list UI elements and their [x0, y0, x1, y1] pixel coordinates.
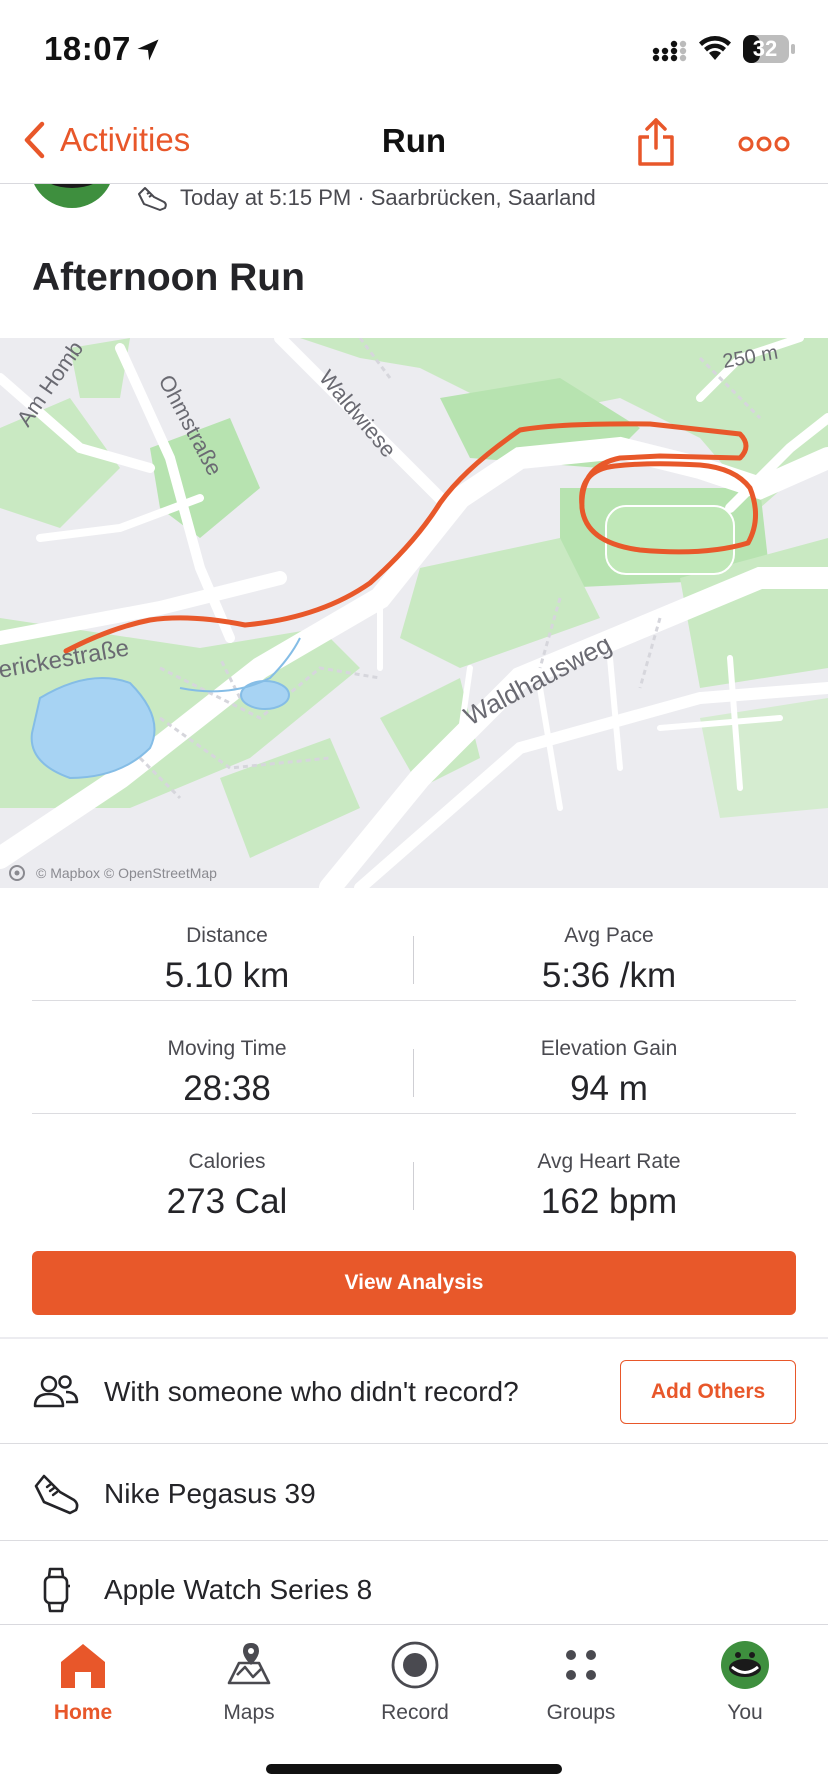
- page-title: Run: [381, 122, 447, 159]
- stat-label: Calories: [188, 1150, 266, 1173]
- groups-icon: [566, 1650, 596, 1680]
- activity-title: Afternoon Run: [32, 256, 305, 299]
- tab-label: Home: [53, 1701, 113, 1724]
- stat-row: Distance 5.10 km Avg Pace 5:36 /km: [32, 888, 796, 1001]
- stat-moving-time: Moving Time 28:38: [32, 1001, 422, 1114]
- stat-distance: Distance 5.10 km: [32, 888, 422, 1001]
- more-options-icon[interactable]: [738, 134, 790, 154]
- stat-divider: [413, 1049, 414, 1097]
- battery-level: 32: [752, 36, 778, 61]
- stat-value: 5:36 /km: [541, 956, 677, 995]
- stat-value: 273 Cal: [166, 1182, 288, 1221]
- watch-icon: [43, 1567, 70, 1613]
- tab-groups[interactable]: Groups: [498, 1635, 664, 1725]
- share-icon[interactable]: [636, 116, 676, 168]
- wifi-icon: [699, 36, 731, 60]
- stat-divider: [413, 936, 414, 984]
- tab-label: You: [727, 1701, 763, 1724]
- section-divider: [0, 1443, 828, 1444]
- activity-meta: Today at 5:15 PM · Saarbrücken, Saarland: [136, 184, 596, 212]
- stat-calories: Calories 273 Cal: [32, 1114, 422, 1227]
- section-divider: [0, 1540, 828, 1541]
- stat-row: Moving Time 28:38 Elevation Gain 94 m: [32, 1001, 796, 1114]
- map-attribution[interactable]: © Mapbox © OpenStreetMap: [8, 864, 217, 882]
- stat-avg-pace: Avg Pace 5:36 /km: [422, 888, 796, 1001]
- tab-home[interactable]: Home: [0, 1635, 166, 1725]
- tab-maps[interactable]: Maps: [166, 1635, 332, 1725]
- location-arrow-icon: [137, 39, 159, 61]
- activity-date-location: Today at 5:15 PM · Saarbrücken, Saarland: [180, 185, 596, 210]
- gear-name: Nike Pegasus 39: [104, 1478, 316, 1509]
- stat-label: Avg Heart Rate: [537, 1150, 681, 1173]
- tab-record[interactable]: Record: [332, 1635, 498, 1725]
- mapbox-logo-icon: [9, 865, 25, 881]
- cellular-signal-icon: [652, 40, 687, 62]
- stat-value: 28:38: [183, 1069, 271, 1108]
- home-icon: [61, 1644, 105, 1688]
- stat-label: Distance: [186, 924, 268, 947]
- status-bar: 18:07 32: [0, 0, 828, 100]
- stat-value: 94 m: [570, 1069, 648, 1108]
- view-analysis-button[interactable]: View Analysis: [32, 1251, 796, 1315]
- tab-label: Maps: [223, 1701, 275, 1724]
- home-indicator: [266, 1764, 562, 1774]
- people-icon: [33, 1375, 79, 1408]
- stat-value: 162 bpm: [540, 1182, 678, 1221]
- gear-row[interactable]: Nike Pegasus 39: [0, 1462, 828, 1526]
- device-name: Apple Watch Series 8: [104, 1574, 373, 1605]
- stat-row: Calories 273 Cal Avg Heart Rate 162 bpm: [32, 1114, 796, 1227]
- stat-elevation-gain: Elevation Gain 94 m: [422, 1001, 796, 1114]
- record-icon: [391, 1641, 439, 1689]
- section-divider: [0, 1337, 828, 1339]
- with-others-text: With someone who didn't record?: [104, 1376, 519, 1407]
- shoe-icon: [138, 187, 167, 211]
- stats-grid: Distance 5.10 km Avg Pace 5:36 /km Movin…: [32, 888, 796, 1227]
- maps-icon: [227, 1643, 271, 1685]
- map-credit-text: © Mapbox © OpenStreetMap: [36, 865, 217, 881]
- add-others-button[interactable]: Add Others: [620, 1360, 796, 1424]
- shoe-icon: [34, 1474, 79, 1515]
- tab-label: Groups: [546, 1701, 616, 1724]
- device-row: Apple Watch Series 8: [0, 1558, 828, 1622]
- map-canvas: Am Homb Ohmstraße Waldwiese erickestraße…: [0, 338, 828, 888]
- stat-label: Moving Time: [167, 1037, 287, 1060]
- stat-label: Elevation Gain: [540, 1037, 678, 1060]
- stat-avg-heart-rate: Avg Heart Rate 162 bpm: [422, 1114, 796, 1227]
- nav-bar: Activities Run: [0, 100, 828, 184]
- avatar-icon: [721, 1641, 769, 1689]
- tab-you[interactable]: You: [662, 1635, 828, 1725]
- route-map[interactable]: Am Homb Ohmstraße Waldwiese erickestraße…: [0, 338, 828, 888]
- status-time: 18:07: [44, 30, 131, 67]
- stat-divider: [413, 1162, 414, 1210]
- stat-label: Avg Pace: [564, 924, 654, 947]
- tab-label: Record: [381, 1701, 449, 1724]
- stat-value: 5.10 km: [164, 956, 290, 995]
